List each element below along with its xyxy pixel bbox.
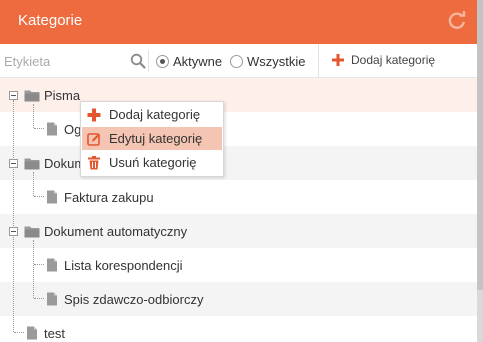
search-input[interactable] xyxy=(4,52,124,70)
tree-node-folder[interactable]: Dokum xyxy=(24,154,85,172)
filter-active-label: Aktywne xyxy=(173,53,223,69)
add-category-button[interactable]: Dodaj kategorię xyxy=(332,53,435,67)
tree-guide-line xyxy=(34,264,44,265)
tree-guide-line xyxy=(14,332,24,333)
document-icon xyxy=(44,190,60,204)
filter-all-radio[interactable]: Wszystkie xyxy=(230,53,306,69)
context-menu-label: Edytuj kategorię xyxy=(109,131,203,146)
search-icon[interactable] xyxy=(130,53,146,69)
plus-icon xyxy=(87,108,101,121)
collapse-toggle-icon[interactable] xyxy=(9,227,18,236)
plus-icon xyxy=(332,54,344,66)
filter-all-label: Wszystkie xyxy=(247,53,306,69)
tree-node-label: Dokum xyxy=(44,155,86,171)
document-icon xyxy=(24,326,40,340)
document-icon xyxy=(44,292,60,306)
vertical-scrollbar[interactable] xyxy=(477,0,483,342)
tree-node-label: test xyxy=(44,325,65,341)
context-menu-delete-item[interactable]: Usuń kategorię xyxy=(82,151,222,174)
tree-node-folder[interactable]: Pisma xyxy=(24,86,80,104)
panel-title: Kategorie xyxy=(18,12,83,29)
tree-node-label: Lista korespondencji xyxy=(64,257,183,273)
tree-node-folder[interactable]: Dokument automatyczny xyxy=(24,222,187,240)
folder-icon xyxy=(24,156,40,170)
refresh-icon[interactable] xyxy=(447,10,467,30)
edit-icon xyxy=(87,132,100,146)
tree-node-label: Dokument automatyczny xyxy=(44,223,188,239)
toolbar: Aktywne Wszystkie Dodaj kategorię xyxy=(0,44,477,78)
folder-icon xyxy=(24,88,40,102)
panel-header: Kategorie xyxy=(0,0,477,44)
tree-node-document[interactable]: Lista korespondencji xyxy=(44,256,183,274)
category-tree: Pisma Og Dokum Faktura zakupu Dokument a… xyxy=(0,78,477,342)
context-menu-label: Usuń kategorię xyxy=(109,155,197,170)
tree-node-document[interactable]: test xyxy=(24,324,65,342)
toolbar-divider xyxy=(318,44,319,77)
radio-unchecked-icon xyxy=(230,54,243,68)
tree-guide-line xyxy=(34,298,44,299)
tree-node-label: Faktura zakupu xyxy=(64,189,154,205)
document-icon xyxy=(44,258,60,272)
context-menu-add-item[interactable]: Dodaj kategorię xyxy=(82,103,222,126)
context-menu: Dodaj kategorię Edytuj kategorię Usuń ka… xyxy=(80,101,224,177)
filter-active-radio[interactable]: Aktywne xyxy=(156,53,222,69)
collapse-toggle-icon[interactable] xyxy=(9,91,18,100)
trash-icon xyxy=(88,155,100,169)
tree-node-document[interactable]: Faktura zakupu xyxy=(44,188,154,206)
context-menu-edit-item[interactable]: Edytuj kategorię xyxy=(82,127,222,150)
collapse-toggle-icon[interactable] xyxy=(9,159,18,168)
add-category-label: Dodaj kategorię xyxy=(351,53,436,67)
tree-node-label: Og xyxy=(64,121,82,137)
search-box xyxy=(2,50,149,72)
tree-node-label: Spis zdawczo-odbiorczy xyxy=(64,291,204,307)
tree-guide-line xyxy=(34,196,44,197)
folder-icon xyxy=(24,224,40,238)
context-menu-label: Dodaj kategorię xyxy=(109,107,201,122)
tree-guide-line xyxy=(33,104,34,128)
tree-node-document[interactable]: Og xyxy=(44,120,81,138)
tree-guide-line xyxy=(33,172,34,196)
scrollbar-thumb[interactable] xyxy=(477,0,483,290)
radio-checked-icon xyxy=(156,54,169,68)
tree-guide-line xyxy=(34,128,44,129)
document-icon xyxy=(44,122,60,136)
tree-node-document[interactable]: Spis zdawczo-odbiorczy xyxy=(44,290,203,308)
tree-guide-line xyxy=(33,240,34,298)
tree-node-label: Pisma xyxy=(44,87,81,103)
tree-guide-line xyxy=(13,100,14,332)
